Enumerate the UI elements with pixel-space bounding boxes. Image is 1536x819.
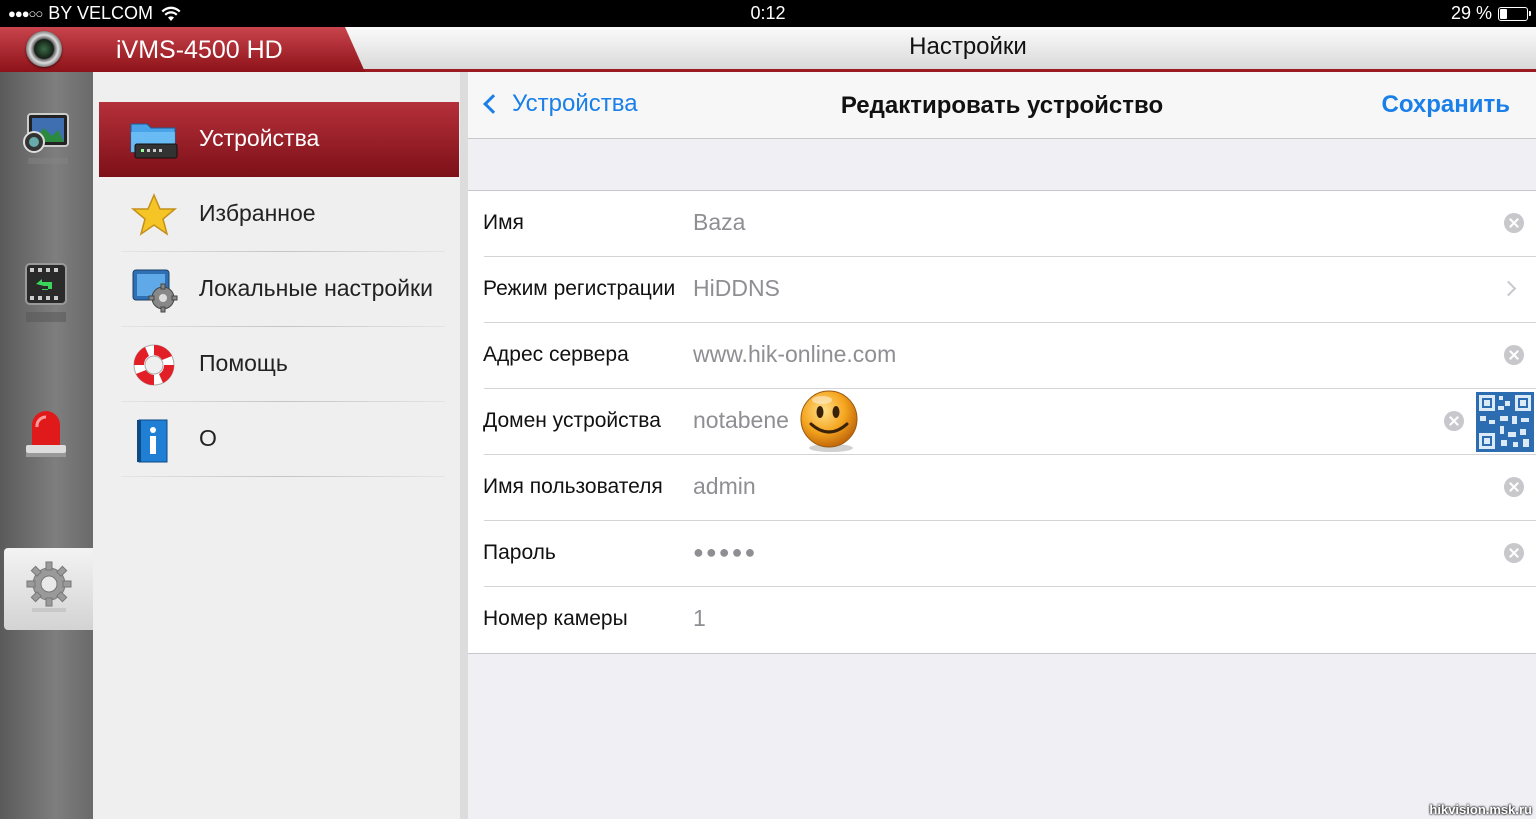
field-row-camera-number: Номер камеры 1 bbox=[468, 587, 1536, 653]
smiley-icon bbox=[800, 390, 858, 452]
device-domain-input[interactable]: notabene bbox=[693, 407, 789, 434]
field-label: Домен устройства bbox=[483, 409, 661, 432]
main-nav-bar bbox=[0, 72, 93, 819]
alarm-icon bbox=[26, 411, 66, 457]
field-label: Пароль bbox=[483, 541, 556, 564]
app-header: iVMS-4500 HD Настройки bbox=[0, 27, 1536, 72]
field-label: Адрес сервера bbox=[483, 343, 629, 366]
menu-item-label: Локальные настройки bbox=[199, 275, 433, 301]
password-input[interactable]: ●●●●● bbox=[693, 542, 757, 563]
status-time: 0:12 bbox=[750, 3, 786, 23]
divider bbox=[121, 476, 445, 477]
info-icon bbox=[137, 419, 168, 463]
menu-item-label: Помощь bbox=[199, 350, 288, 376]
username-input[interactable]: admin bbox=[693, 473, 756, 500]
clear-icon[interactable] bbox=[1444, 411, 1464, 431]
field-row-device-domain: Домен устройства notabene bbox=[468, 389, 1536, 455]
field-row-server-address: Адрес сервера www.hik-online.com bbox=[468, 323, 1536, 389]
battery-fill bbox=[1500, 8, 1507, 19]
clear-icon[interactable] bbox=[1504, 345, 1524, 365]
battery-percent: 29 % bbox=[1450, 3, 1492, 23]
playback-icon bbox=[25, 263, 67, 322]
clear-icon[interactable] bbox=[1504, 477, 1524, 497]
registration-mode-value: HiDDNS bbox=[693, 275, 780, 301]
field-row-name: Имя Baza bbox=[468, 191, 1536, 257]
app-name: iVMS-4500 HD bbox=[116, 36, 283, 64]
save-button[interactable]: Сохранить bbox=[1381, 91, 1510, 119]
chevron-left-icon bbox=[483, 94, 503, 114]
menu-item-favorites[interactable]: Избранное bbox=[99, 177, 459, 252]
nav-media-button[interactable] bbox=[20, 112, 72, 164]
back-button[interactable]: Устройства bbox=[480, 90, 638, 118]
menu-item-label: Устройства bbox=[199, 125, 320, 151]
app-logo-icon bbox=[26, 31, 62, 67]
nav-alarm-button[interactable] bbox=[20, 407, 72, 459]
edit-device-panel: Устройства Редактировать устройство Сохр… bbox=[468, 72, 1536, 819]
brand-banner: iVMS-4500 HD bbox=[0, 27, 365, 72]
field-label: Режим регистрации bbox=[483, 277, 676, 300]
menu-item-label: О bbox=[199, 425, 217, 451]
field-label: Номер камеры bbox=[483, 607, 628, 630]
media-icon bbox=[23, 113, 69, 164]
menu-item-local-settings[interactable]: Локальные настройки bbox=[99, 252, 459, 327]
nav-playback-button[interactable] bbox=[20, 262, 72, 322]
menu-item-about[interactable]: О bbox=[99, 402, 459, 477]
field-label: Имя пользователя bbox=[483, 475, 663, 498]
back-button-label: Устройства bbox=[512, 90, 638, 117]
page-title: Настройки bbox=[909, 33, 1027, 60]
watermark: hikvision.msk.ru bbox=[1429, 802, 1532, 817]
field-label: Имя bbox=[483, 211, 524, 234]
qr-code-scan-icon[interactable] bbox=[1476, 392, 1534, 452]
clear-icon[interactable] bbox=[1504, 213, 1524, 233]
field-row-username: Имя пользователя admin bbox=[468, 455, 1536, 521]
local-settings-icon bbox=[132, 269, 178, 313]
field-row-password: Пароль ●●●●● bbox=[468, 521, 1536, 587]
detail-navbar: Устройства Редактировать устройство Сохр… bbox=[468, 72, 1536, 139]
camera-number-input[interactable]: 1 bbox=[693, 605, 706, 632]
settings-menu: Устройства Избранное Локальные настройки… bbox=[93, 72, 468, 819]
chevron-right-icon bbox=[1500, 280, 1517, 297]
clear-icon[interactable] bbox=[1504, 543, 1524, 563]
battery-indicator: 29 % bbox=[1450, 3, 1531, 24]
server-address-input[interactable]: www.hik-online.com bbox=[693, 341, 896, 368]
nav-settings-button[interactable] bbox=[4, 548, 93, 630]
settings-gear-icon bbox=[26, 561, 72, 612]
field-row-registration-mode[interactable]: Режим регистрации HiDDNS bbox=[468, 257, 1536, 323]
menu-item-devices[interactable]: Устройства bbox=[99, 102, 459, 177]
devices-folder-icon bbox=[130, 123, 178, 159]
lifebuoy-icon bbox=[133, 344, 175, 386]
status-bar: ●●●○○ BY VELCOM 0:12 29 % bbox=[0, 0, 1536, 27]
device-form: Имя Baza Режим регистрации HiDDNS Адрес … bbox=[468, 190, 1536, 654]
star-icon bbox=[130, 193, 178, 236]
menu-item-label: Избранное bbox=[199, 200, 316, 226]
battery-icon bbox=[1498, 6, 1531, 21]
menu-item-help[interactable]: Помощь bbox=[99, 327, 459, 402]
name-input[interactable]: Baza bbox=[693, 209, 745, 236]
